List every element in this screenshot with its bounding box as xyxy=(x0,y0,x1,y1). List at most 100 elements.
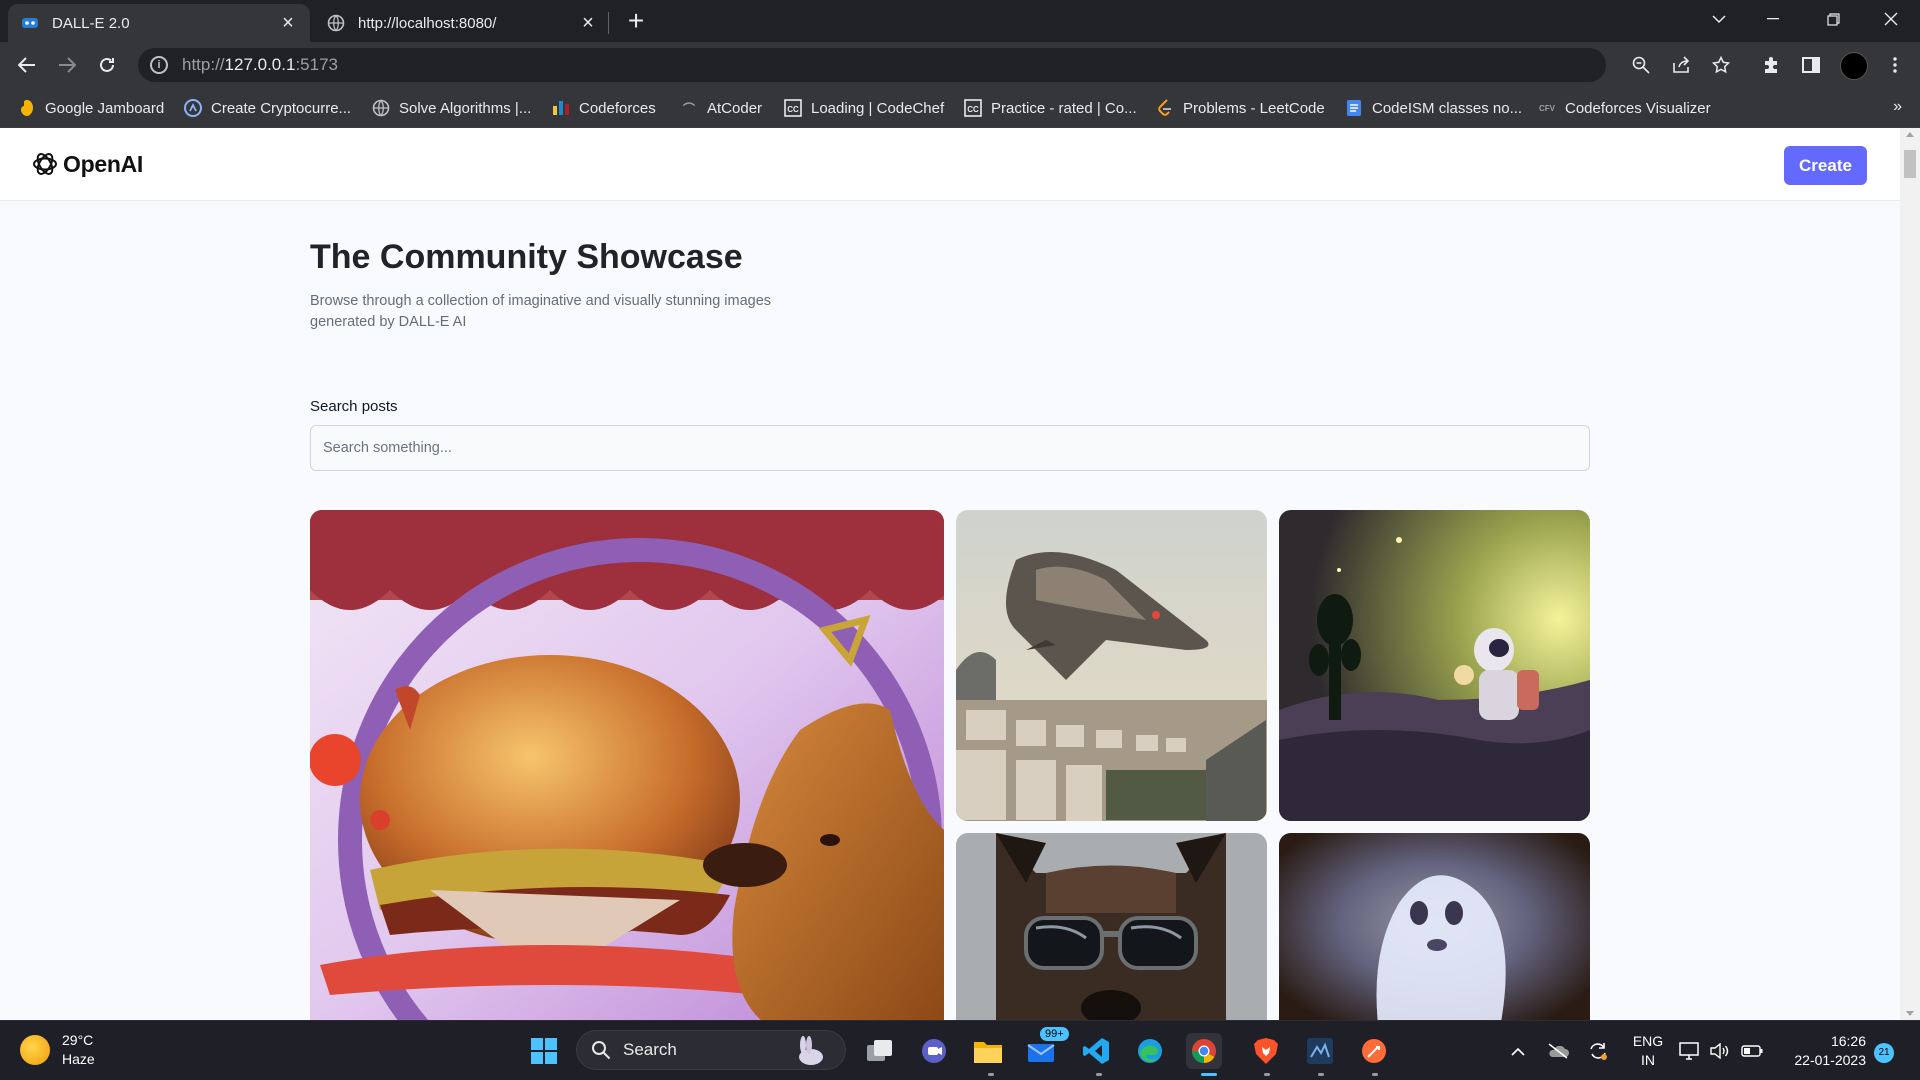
language-indicator[interactable]: ENG IN xyxy=(1628,1032,1668,1070)
bookmark-solve-algorithms[interactable]: Solve Algorithms |... xyxy=(372,96,531,120)
close-window-button[interactable] xyxy=(1868,0,1914,38)
bookmark-leetcode[interactable]: Problems - LeetCode xyxy=(1156,96,1325,120)
clock-time: 16:26 xyxy=(1830,1033,1866,1049)
folder-icon xyxy=(974,1042,1002,1063)
url-port: :5173 xyxy=(295,55,338,74)
minimize-button[interactable] xyxy=(1750,0,1796,38)
volume-button[interactable] xyxy=(1702,1033,1738,1069)
bookmark-label: Create Cryptocurre... xyxy=(211,99,352,117)
bookmark-atcoder[interactable]: ⌒ AtCoder xyxy=(680,96,762,120)
search-input[interactable] xyxy=(310,425,1590,471)
site-info-icon[interactable]: i xyxy=(150,56,168,74)
scroll-down-icon[interactable] xyxy=(1906,1011,1914,1016)
cloud-offline-icon xyxy=(1548,1043,1569,1059)
chrome-button[interactable] xyxy=(1186,1033,1222,1069)
battery-button[interactable] xyxy=(1734,1033,1770,1069)
weather-temp: 29°C xyxy=(62,1032,94,1048)
bookmark-codeforces[interactable]: Codeforces xyxy=(552,96,656,120)
url-scheme: http:// xyxy=(182,55,225,74)
bookmark-codeforces-visualizer[interactable]: CFV Codeforces Visualizer xyxy=(1538,96,1711,120)
chrome-icon xyxy=(1192,1039,1216,1063)
logo-text: OpenAI xyxy=(63,150,143,177)
post-card-burger-dog[interactable] xyxy=(310,510,944,1020)
browser-toolbar: i http://127.0.0.1:5173 xyxy=(0,42,1920,88)
openai-logo[interactable]: OpenAI xyxy=(31,150,143,178)
weather-haze-icon xyxy=(20,1035,50,1065)
battery-icon xyxy=(1741,1045,1763,1057)
leetcode-icon xyxy=(1156,99,1174,117)
database-icon xyxy=(1307,1038,1333,1064)
tab-separator xyxy=(608,12,609,34)
post-card-astronaut[interactable] xyxy=(1279,510,1590,821)
bookmark-codeism[interactable]: CodeISM classes no... xyxy=(1345,96,1522,120)
close-tab-icon[interactable]: × xyxy=(278,13,298,33)
docs-icon xyxy=(1345,99,1363,117)
taskbar-search[interactable]: Search xyxy=(576,1030,846,1070)
tab-title: http://localhost:8080/ xyxy=(358,14,497,32)
start-button[interactable] xyxy=(526,1033,562,1069)
file-explorer-button[interactable] xyxy=(970,1033,1006,1069)
restore-button[interactable] xyxy=(1810,0,1856,38)
sync-button[interactable] xyxy=(1580,1033,1616,1069)
edge-button[interactable] xyxy=(1132,1033,1168,1069)
sync-icon xyxy=(1590,1043,1607,1060)
weather-widget[interactable]: 29°C Haze xyxy=(20,1031,95,1069)
teams-chat-button[interactable] xyxy=(916,1033,952,1069)
page-scrollbar[interactable] xyxy=(1900,128,1920,1020)
windows-taskbar: 29°C Haze Search 99+ ENG IN 16:26 22-01-… xyxy=(0,1020,1920,1080)
postman-button[interactable] xyxy=(1356,1033,1392,1069)
back-button[interactable] xyxy=(12,50,42,80)
codeforces-icon xyxy=(552,99,570,117)
task-view-button[interactable] xyxy=(862,1033,898,1069)
tab-dalle[interactable]: DALL-E 2.0 × xyxy=(8,4,310,42)
bookmark-label: Codeforces xyxy=(579,99,656,117)
bookmark-label: Problems - LeetCode xyxy=(1183,99,1325,117)
post-card-ghost[interactable] xyxy=(1279,833,1590,1020)
brave-button[interactable] xyxy=(1248,1033,1284,1069)
clock[interactable]: 16:26 22-01-2023 xyxy=(1776,1032,1866,1070)
profile-avatar[interactable] xyxy=(1840,52,1868,80)
page-subtitle: Browse through a collection of imaginati… xyxy=(310,293,772,330)
mail-button[interactable]: 99+ xyxy=(1024,1027,1069,1069)
bookmark-create-cryptocurrency[interactable]: Create Cryptocurre... xyxy=(184,96,351,120)
brave-icon xyxy=(1254,1038,1278,1064)
zoom-icon[interactable] xyxy=(1626,50,1656,80)
bookmark-practice-codechef[interactable]: CC Practice - rated | Co... xyxy=(964,96,1137,120)
bookmark-google-jamboard[interactable]: Google Jamboard xyxy=(18,96,164,120)
bookmark-codechef[interactable]: CC Loading | CodeChef xyxy=(784,96,944,120)
close-tab-icon[interactable]: × xyxy=(578,13,598,33)
extensions-puzzle-icon[interactable] xyxy=(1756,50,1786,80)
create-button[interactable]: Create xyxy=(1784,146,1867,185)
bookmark-label: Solve Algorithms |... xyxy=(399,99,532,117)
bookmark-label: Loading | CodeChef xyxy=(811,99,945,117)
reload-button[interactable] xyxy=(92,50,122,80)
forward-button[interactable] xyxy=(52,50,82,80)
atcoder-icon: ⌒ xyxy=(682,101,695,116)
address-bar[interactable]: i http://127.0.0.1:5173 xyxy=(138,48,1606,82)
globe-icon xyxy=(372,99,390,117)
onedrive-button[interactable] xyxy=(1540,1033,1576,1069)
svg-text:CC: CC xyxy=(787,105,799,114)
side-panel-icon[interactable] xyxy=(1796,50,1826,80)
task-view-icon xyxy=(867,1040,892,1061)
chrome-menu-icon[interactable] xyxy=(1880,50,1910,80)
openai-logo-icon xyxy=(33,153,57,175)
running-indicator xyxy=(1264,1073,1270,1076)
bookmarks-overflow-button[interactable]: » xyxy=(1893,98,1902,116)
tab-search-chevron-icon[interactable] xyxy=(1696,0,1742,38)
scrollbar-thumb[interactable] xyxy=(1904,150,1916,178)
mysql-workbench-button[interactable] xyxy=(1302,1033,1338,1069)
share-icon[interactable] xyxy=(1666,50,1696,80)
post-card-dog-sunglasses[interactable] xyxy=(956,833,1267,1020)
show-hidden-icons-button[interactable] xyxy=(1500,1033,1536,1069)
vscode-button[interactable] xyxy=(1078,1033,1114,1069)
scroll-up-icon[interactable] xyxy=(1906,132,1914,137)
notification-badge[interactable]: 21 xyxy=(1874,1043,1894,1063)
bookmark-star-icon[interactable] xyxy=(1706,50,1736,80)
site-header: OpenAI Create xyxy=(0,128,1900,201)
tab-strip: DALL-E 2.0 × http://localhost:8080/ × + xyxy=(0,0,1920,42)
new-tab-button[interactable]: + xyxy=(622,7,650,36)
chat-icon xyxy=(922,1039,946,1063)
post-card-spaceship-city[interactable] xyxy=(956,510,1267,821)
tab-localhost[interactable]: http://localhost:8080/ × xyxy=(314,4,610,42)
